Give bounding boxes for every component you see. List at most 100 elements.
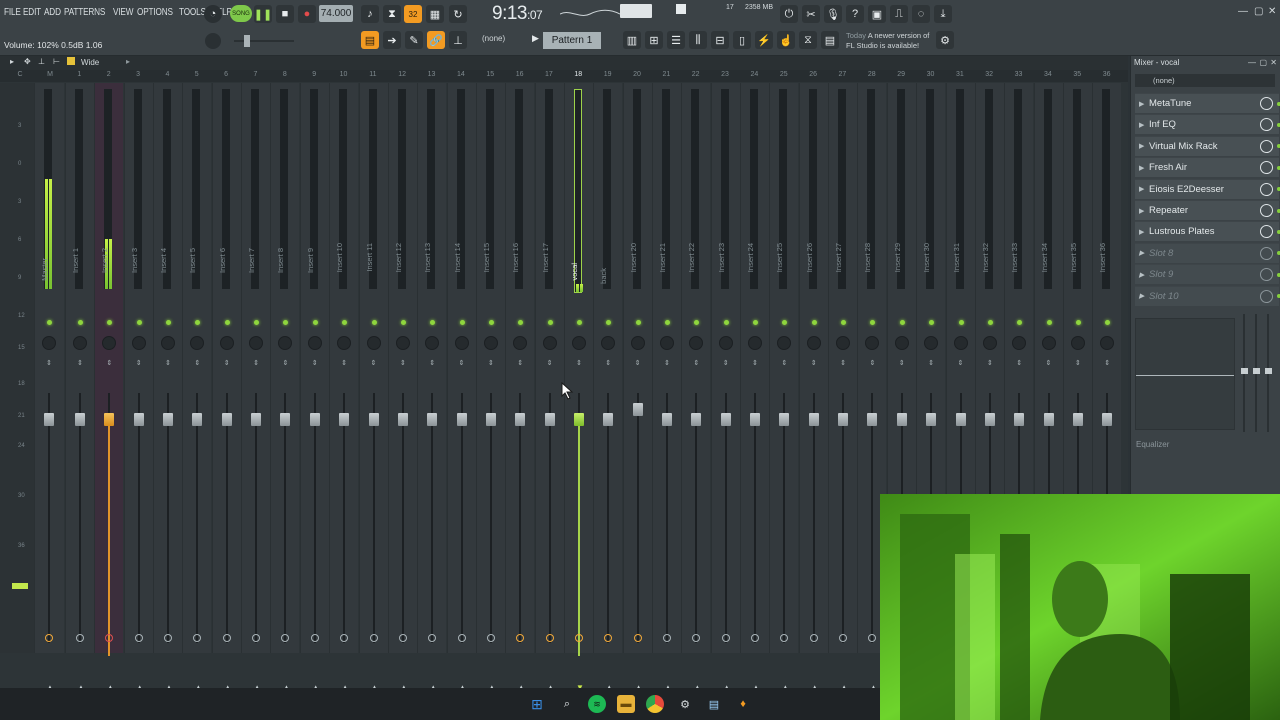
search-icon[interactable]: ⌕ bbox=[558, 695, 576, 713]
pan-knob[interactable] bbox=[102, 336, 117, 350]
maximize-icon[interactable]: ▢ bbox=[1254, 6, 1263, 17]
stereo-separation-icon[interactable]: ⇕ bbox=[928, 360, 934, 368]
menu-patterns[interactable]: PATTERNS bbox=[64, 7, 105, 18]
news-icon[interactable]: ▤ bbox=[821, 31, 839, 49]
pan-knob[interactable] bbox=[571, 336, 586, 350]
song-mode-toggle[interactable]: SONG bbox=[230, 5, 252, 22]
mute-led[interactable] bbox=[430, 320, 436, 325]
stereo-separation-icon[interactable]: ⇕ bbox=[811, 360, 817, 368]
mute-led[interactable] bbox=[166, 320, 172, 325]
stereo-separation-icon[interactable]: ⇕ bbox=[165, 360, 171, 368]
mixer-strip[interactable]: back⇕▲ bbox=[593, 83, 623, 692]
mute-led[interactable] bbox=[547, 320, 553, 325]
effect-slot[interactable]: ▶ Slot 9 bbox=[1135, 264, 1280, 285]
mute-led[interactable] bbox=[899, 320, 905, 325]
fader-track[interactable] bbox=[343, 393, 346, 643]
pan-knob[interactable] bbox=[219, 336, 234, 350]
minimize-icon[interactable]: — bbox=[1238, 6, 1248, 17]
mixer-menu-icon[interactable]: ▸ bbox=[10, 57, 14, 66]
mute-led[interactable] bbox=[665, 320, 670, 325]
mute-led[interactable] bbox=[606, 320, 612, 325]
stereo-separation-icon[interactable]: ⇕ bbox=[635, 360, 641, 368]
mixer-strip[interactable]: Insert 10⇕▲ bbox=[329, 83, 359, 692]
fader-track[interactable] bbox=[48, 393, 50, 643]
mix-level-knob[interactable] bbox=[1260, 204, 1273, 217]
route-button[interactable] bbox=[780, 634, 789, 642]
volume-fader[interactable] bbox=[280, 413, 291, 426]
panel-close-icon[interactable]: ✕ bbox=[1270, 58, 1277, 67]
volume-fader[interactable] bbox=[838, 413, 849, 426]
pan-knob[interactable] bbox=[601, 336, 616, 350]
volume-fader[interactable] bbox=[339, 413, 350, 426]
mute-led[interactable] bbox=[1046, 320, 1052, 325]
mixer-strip[interactable]: Insert 5⇕▲ bbox=[182, 83, 212, 692]
route-button[interactable] bbox=[545, 634, 554, 642]
wait-input-icon[interactable]: ⧗ bbox=[383, 5, 401, 23]
master-volume-knob[interactable]: ◔ bbox=[204, 5, 222, 23]
mute-led[interactable] bbox=[47, 320, 52, 325]
mute-led[interactable] bbox=[254, 320, 260, 325]
fader-track[interactable] bbox=[460, 393, 463, 643]
fader-track[interactable] bbox=[871, 393, 874, 643]
fader-track[interactable] bbox=[812, 393, 815, 643]
route-button[interactable] bbox=[281, 634, 290, 642]
mixer-strip[interactable]: Insert 24⇕▲ bbox=[740, 83, 770, 692]
fader-track[interactable] bbox=[695, 393, 698, 643]
pan-knob[interactable] bbox=[483, 336, 498, 350]
pan-knob[interactable] bbox=[513, 336, 528, 350]
route-button[interactable] bbox=[45, 634, 53, 642]
mixer-strip[interactable]: Insert 3⇕▲ bbox=[123, 83, 153, 692]
volume-fader[interactable] bbox=[867, 413, 878, 426]
fader-track[interactable] bbox=[519, 393, 522, 643]
volume-fader[interactable] bbox=[720, 413, 731, 426]
fader-track[interactable] bbox=[284, 393, 287, 643]
stereo-separation-icon[interactable]: ⇕ bbox=[547, 360, 553, 368]
panel-maximize-icon[interactable]: ▢ bbox=[1259, 58, 1267, 67]
metronome-icon[interactable]: ♪ bbox=[361, 5, 379, 23]
mixer-strip[interactable]: vocal⇕▼ bbox=[563, 83, 593, 692]
plugin-icon[interactable]: ⚡ bbox=[755, 31, 773, 49]
windows-start-icon[interactable]: ⊞ bbox=[528, 695, 546, 713]
pattern-selector[interactable]: Pattern 1 bbox=[543, 32, 601, 49]
stereo-separation-icon[interactable]: ⇕ bbox=[224, 360, 230, 368]
mixer-layout-icon[interactable]: ⊢ bbox=[53, 57, 60, 66]
mute-led[interactable] bbox=[723, 320, 729, 325]
fader-track[interactable] bbox=[225, 393, 228, 643]
mute-led[interactable] bbox=[841, 320, 847, 325]
mixer-strip[interactable]: Insert 4⇕▲ bbox=[153, 83, 183, 692]
close-icon[interactable]: ✕ bbox=[1268, 6, 1276, 17]
mute-led[interactable] bbox=[459, 320, 465, 325]
mixer-view-label[interactable]: Wide bbox=[81, 58, 99, 67]
stereo-separation-icon[interactable]: ⇕ bbox=[958, 360, 964, 368]
pan-knob[interactable] bbox=[42, 336, 56, 350]
equalizer-graph[interactable] bbox=[1135, 318, 1235, 430]
countdown-icon[interactable]: 32 bbox=[404, 5, 422, 23]
stereo-separation-icon[interactable]: ⇕ bbox=[517, 360, 523, 368]
file-explorer-icon[interactable]: ▬ bbox=[617, 695, 635, 713]
stereo-separation-icon[interactable]: ⇕ bbox=[781, 360, 787, 368]
chat-icon[interactable]: ◌ bbox=[912, 5, 930, 23]
volume-fader[interactable] bbox=[192, 413, 203, 426]
mixer-strip[interactable]: Insert 11⇕▲ bbox=[358, 83, 388, 692]
pan-knob[interactable] bbox=[278, 336, 293, 350]
mixer-strip[interactable]: Insert 2⇕▲ bbox=[94, 83, 124, 692]
help-icon[interactable]: ? bbox=[846, 5, 864, 23]
fader-track[interactable] bbox=[255, 393, 258, 643]
clipboard-icon[interactable]: ▯ bbox=[733, 31, 751, 49]
menu-edit[interactable]: EDIT bbox=[23, 7, 41, 18]
mute-led[interactable] bbox=[195, 320, 201, 325]
volume-fader[interactable] bbox=[427, 413, 438, 426]
mixer-strip[interactable]: Insert 14⇕▲ bbox=[446, 83, 476, 692]
volume-fader[interactable] bbox=[163, 413, 174, 426]
mix-level-knob[interactable] bbox=[1260, 182, 1273, 196]
news-panel[interactable]: Today A newer version of FL Studio is av… bbox=[846, 31, 929, 51]
tempo-display[interactable]: 74.000 bbox=[319, 5, 353, 22]
mute-led[interactable] bbox=[753, 320, 759, 325]
mixer-strip[interactable]: Insert 15⇕▲ bbox=[475, 83, 505, 692]
fader-track[interactable] bbox=[372, 393, 375, 643]
stereo-separation-icon[interactable]: ⇕ bbox=[106, 360, 112, 368]
menu-options[interactable]: OPTIONS bbox=[137, 7, 173, 18]
cut-icon[interactable]: ✂ bbox=[802, 5, 820, 23]
pan-knob[interactable] bbox=[1100, 336, 1115, 350]
mute-led[interactable] bbox=[958, 320, 964, 325]
